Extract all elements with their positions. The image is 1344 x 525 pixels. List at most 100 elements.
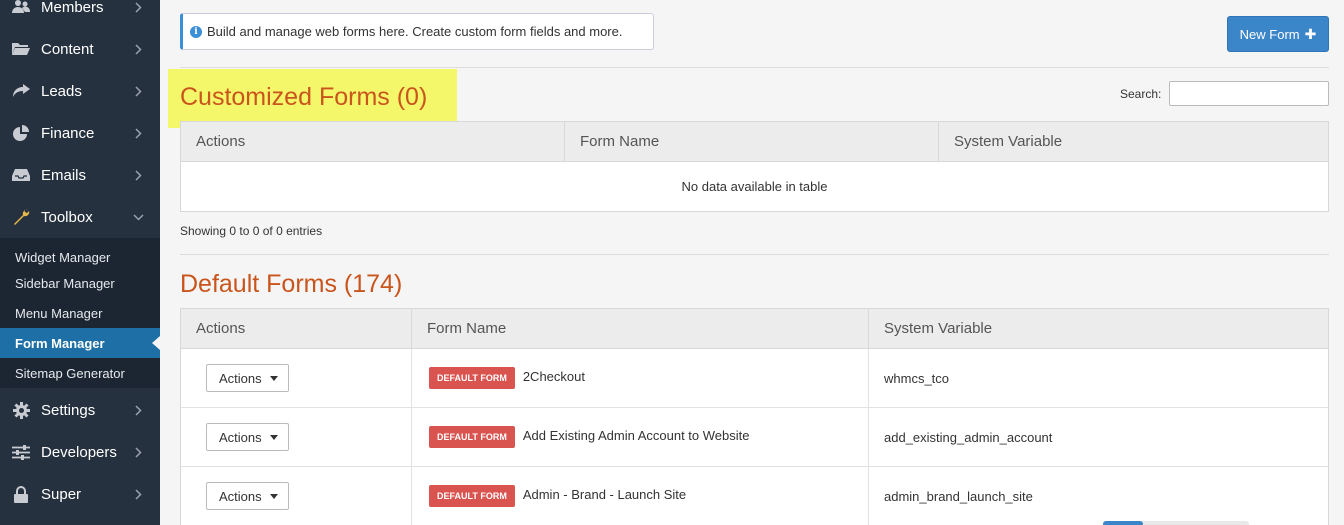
actions-cell: Actions: [181, 349, 412, 407]
info-alert: i Build and manage web forms here. Creat…: [180, 13, 654, 50]
chevron-right-icon: [128, 169, 148, 181]
share-icon: [10, 84, 32, 98]
default-form-badge: DEFAULT FORM: [429, 426, 515, 448]
sidebar-item-super[interactable]: Super: [0, 473, 160, 515]
table-row: Actions DEFAULT FORM Admin - Brand - Lau…: [181, 467, 1328, 525]
default-form-badge: DEFAULT FORM: [429, 485, 515, 507]
actions-cell: Actions: [181, 467, 412, 525]
sidebar-item-content[interactable]: Content: [0, 28, 160, 70]
default-form-badge: DEFAULT FORM: [429, 367, 515, 389]
table-row: Actions DEFAULT FORM 2Checkout whmcs_tco: [181, 349, 1328, 408]
chevron-right-icon: [128, 127, 148, 139]
actions-dropdown-label: Actions: [219, 370, 262, 386]
active-indicator: [152, 336, 160, 350]
search-input[interactable]: [1169, 81, 1329, 106]
table-info: Showing 0 to 0 of 0 entries: [180, 224, 323, 238]
sidebar-item-label: Settings: [41, 401, 96, 419]
chevron-right-icon: [128, 488, 148, 500]
column-header-system-variable[interactable]: System Variable: [869, 309, 1328, 348]
sliders-icon: [10, 444, 32, 460]
sidebar-item-emails[interactable]: Emails: [0, 154, 160, 196]
submenu-item-label: Menu Manager: [15, 305, 103, 321]
folder-icon: [10, 42, 32, 56]
system-variable: whmcs_tco: [884, 370, 950, 386]
sidebar-item-label: Finance: [41, 124, 95, 142]
system-variable: add_existing_admin_account: [884, 429, 1053, 445]
gear-icon: [10, 401, 32, 419]
chevron-right-icon: [128, 446, 148, 458]
system-variable-cell: add_existing_admin_account: [869, 408, 1328, 466]
actions-dropdown-label: Actions: [219, 488, 262, 504]
column-header-form-name[interactable]: Form Name: [565, 122, 939, 161]
new-form-button-label: New Form: [1239, 26, 1300, 42]
chevron-right-icon: [128, 404, 148, 416]
form-name-cell: DEFAULT FORM 2Checkout: [412, 349, 869, 407]
info-alert-text: Build and manage web forms here. Create …: [207, 24, 623, 39]
sidebar-item-settings[interactable]: Settings: [0, 389, 160, 431]
caret-down-icon: [269, 375, 278, 381]
system-variable-cell: whmcs_tco: [869, 349, 1328, 407]
column-header-actions[interactable]: Actions: [181, 122, 565, 161]
form-name-cell: DEFAULT FORM Add Existing Admin Account …: [412, 408, 869, 466]
submenu-item-label: Form Manager: [15, 335, 105, 351]
submenu-item-menu-manager[interactable]: Menu Manager: [0, 299, 160, 327]
chevron-right-icon: [128, 43, 148, 55]
sidebar-item-leads[interactable]: Leads: [0, 70, 160, 112]
chevron-right-icon: [128, 1, 148, 13]
caret-down-icon: [269, 493, 278, 499]
submenu-item-form-manager[interactable]: Form Manager: [0, 328, 160, 358]
submenu-item-sidebar-manager[interactable]: Sidebar Manager: [0, 269, 160, 297]
submenu-item-label: Widget Manager: [15, 249, 111, 265]
sidebar-item-label: Members: [41, 0, 104, 16]
sidebar-item-toolbox[interactable]: Toolbox: [0, 196, 160, 238]
toolbox-submenu: Widget Manager Sidebar Manager Menu Mana…: [0, 238, 160, 388]
caret-down-icon: [269, 434, 278, 440]
submenu-item-sitemap-generator[interactable]: Sitemap Generator: [0, 359, 160, 387]
divider: [180, 67, 1329, 68]
sidebar-item-label: Emails: [41, 166, 87, 184]
actions-dropdown[interactable]: Actions: [206, 423, 289, 451]
sidebar-item-finance[interactable]: Finance: [0, 112, 160, 154]
sidebar-item-label: Super: [41, 485, 82, 503]
sidebar-item-label: Content: [41, 40, 94, 58]
form-name: Add Existing Admin Account to Website: [522, 427, 750, 443]
submenu-item-widget-manager[interactable]: Widget Manager: [0, 243, 160, 271]
pie-chart-icon: [10, 125, 32, 141]
form-name: 2Checkout: [522, 368, 585, 384]
sidebar-item-label: Leads: [41, 82, 82, 100]
sidebar-item-label: Developers: [41, 443, 117, 461]
users-icon: [10, 0, 32, 15]
system-variable: admin_brand_launch_site: [884, 488, 1033, 504]
table-header: Actions Form Name System Variable: [181, 122, 1328, 162]
inbox-icon: [10, 168, 32, 182]
default-forms-table: Actions Form Name System Variable Action…: [180, 308, 1329, 525]
wrench-icon: [10, 209, 32, 226]
plus-icon: ✚: [1304, 25, 1317, 42]
sidebar: Members Content Leads Finance Emails Too: [0, 0, 160, 525]
info-icon: i: [190, 25, 202, 38]
sidebar-item-label: Toolbox: [41, 208, 93, 226]
actions-cell: Actions: [181, 408, 412, 466]
new-form-button[interactable]: New Form ✚: [1227, 16, 1329, 52]
sidebar-item-developers[interactable]: Developers: [0, 431, 160, 473]
customized-forms-title: Customized Forms (0): [180, 83, 428, 111]
column-header-system-variable[interactable]: System Variable: [939, 122, 1328, 161]
horizontal-scrollbar[interactable]: [1103, 521, 1249, 525]
form-name: Admin - Brand - Launch Site: [522, 486, 687, 502]
submenu-item-label: Sidebar Manager: [15, 275, 115, 291]
actions-dropdown[interactable]: Actions: [206, 364, 289, 392]
customized-forms-table: Actions Form Name System Variable No dat…: [180, 121, 1329, 212]
divider: [180, 254, 1329, 255]
actions-dropdown[interactable]: Actions: [206, 482, 289, 510]
sidebar-item-members[interactable]: Members: [0, 0, 160, 28]
table-header: Actions Form Name System Variable: [181, 309, 1328, 349]
submenu-item-label: Sitemap Generator: [15, 365, 125, 381]
chevron-down-icon: [128, 213, 148, 221]
column-header-actions[interactable]: Actions: [181, 309, 412, 348]
table-row: Actions DEFAULT FORM Add Existing Admin …: [181, 408, 1328, 467]
column-header-form-name[interactable]: Form Name: [412, 309, 869, 348]
scrollbar-thumb[interactable]: [1103, 521, 1143, 525]
empty-table-message: No data available in table: [681, 179, 828, 194]
chevron-right-icon: [128, 85, 148, 97]
form-name-cell: DEFAULT FORM Admin - Brand - Launch Site: [412, 467, 869, 525]
